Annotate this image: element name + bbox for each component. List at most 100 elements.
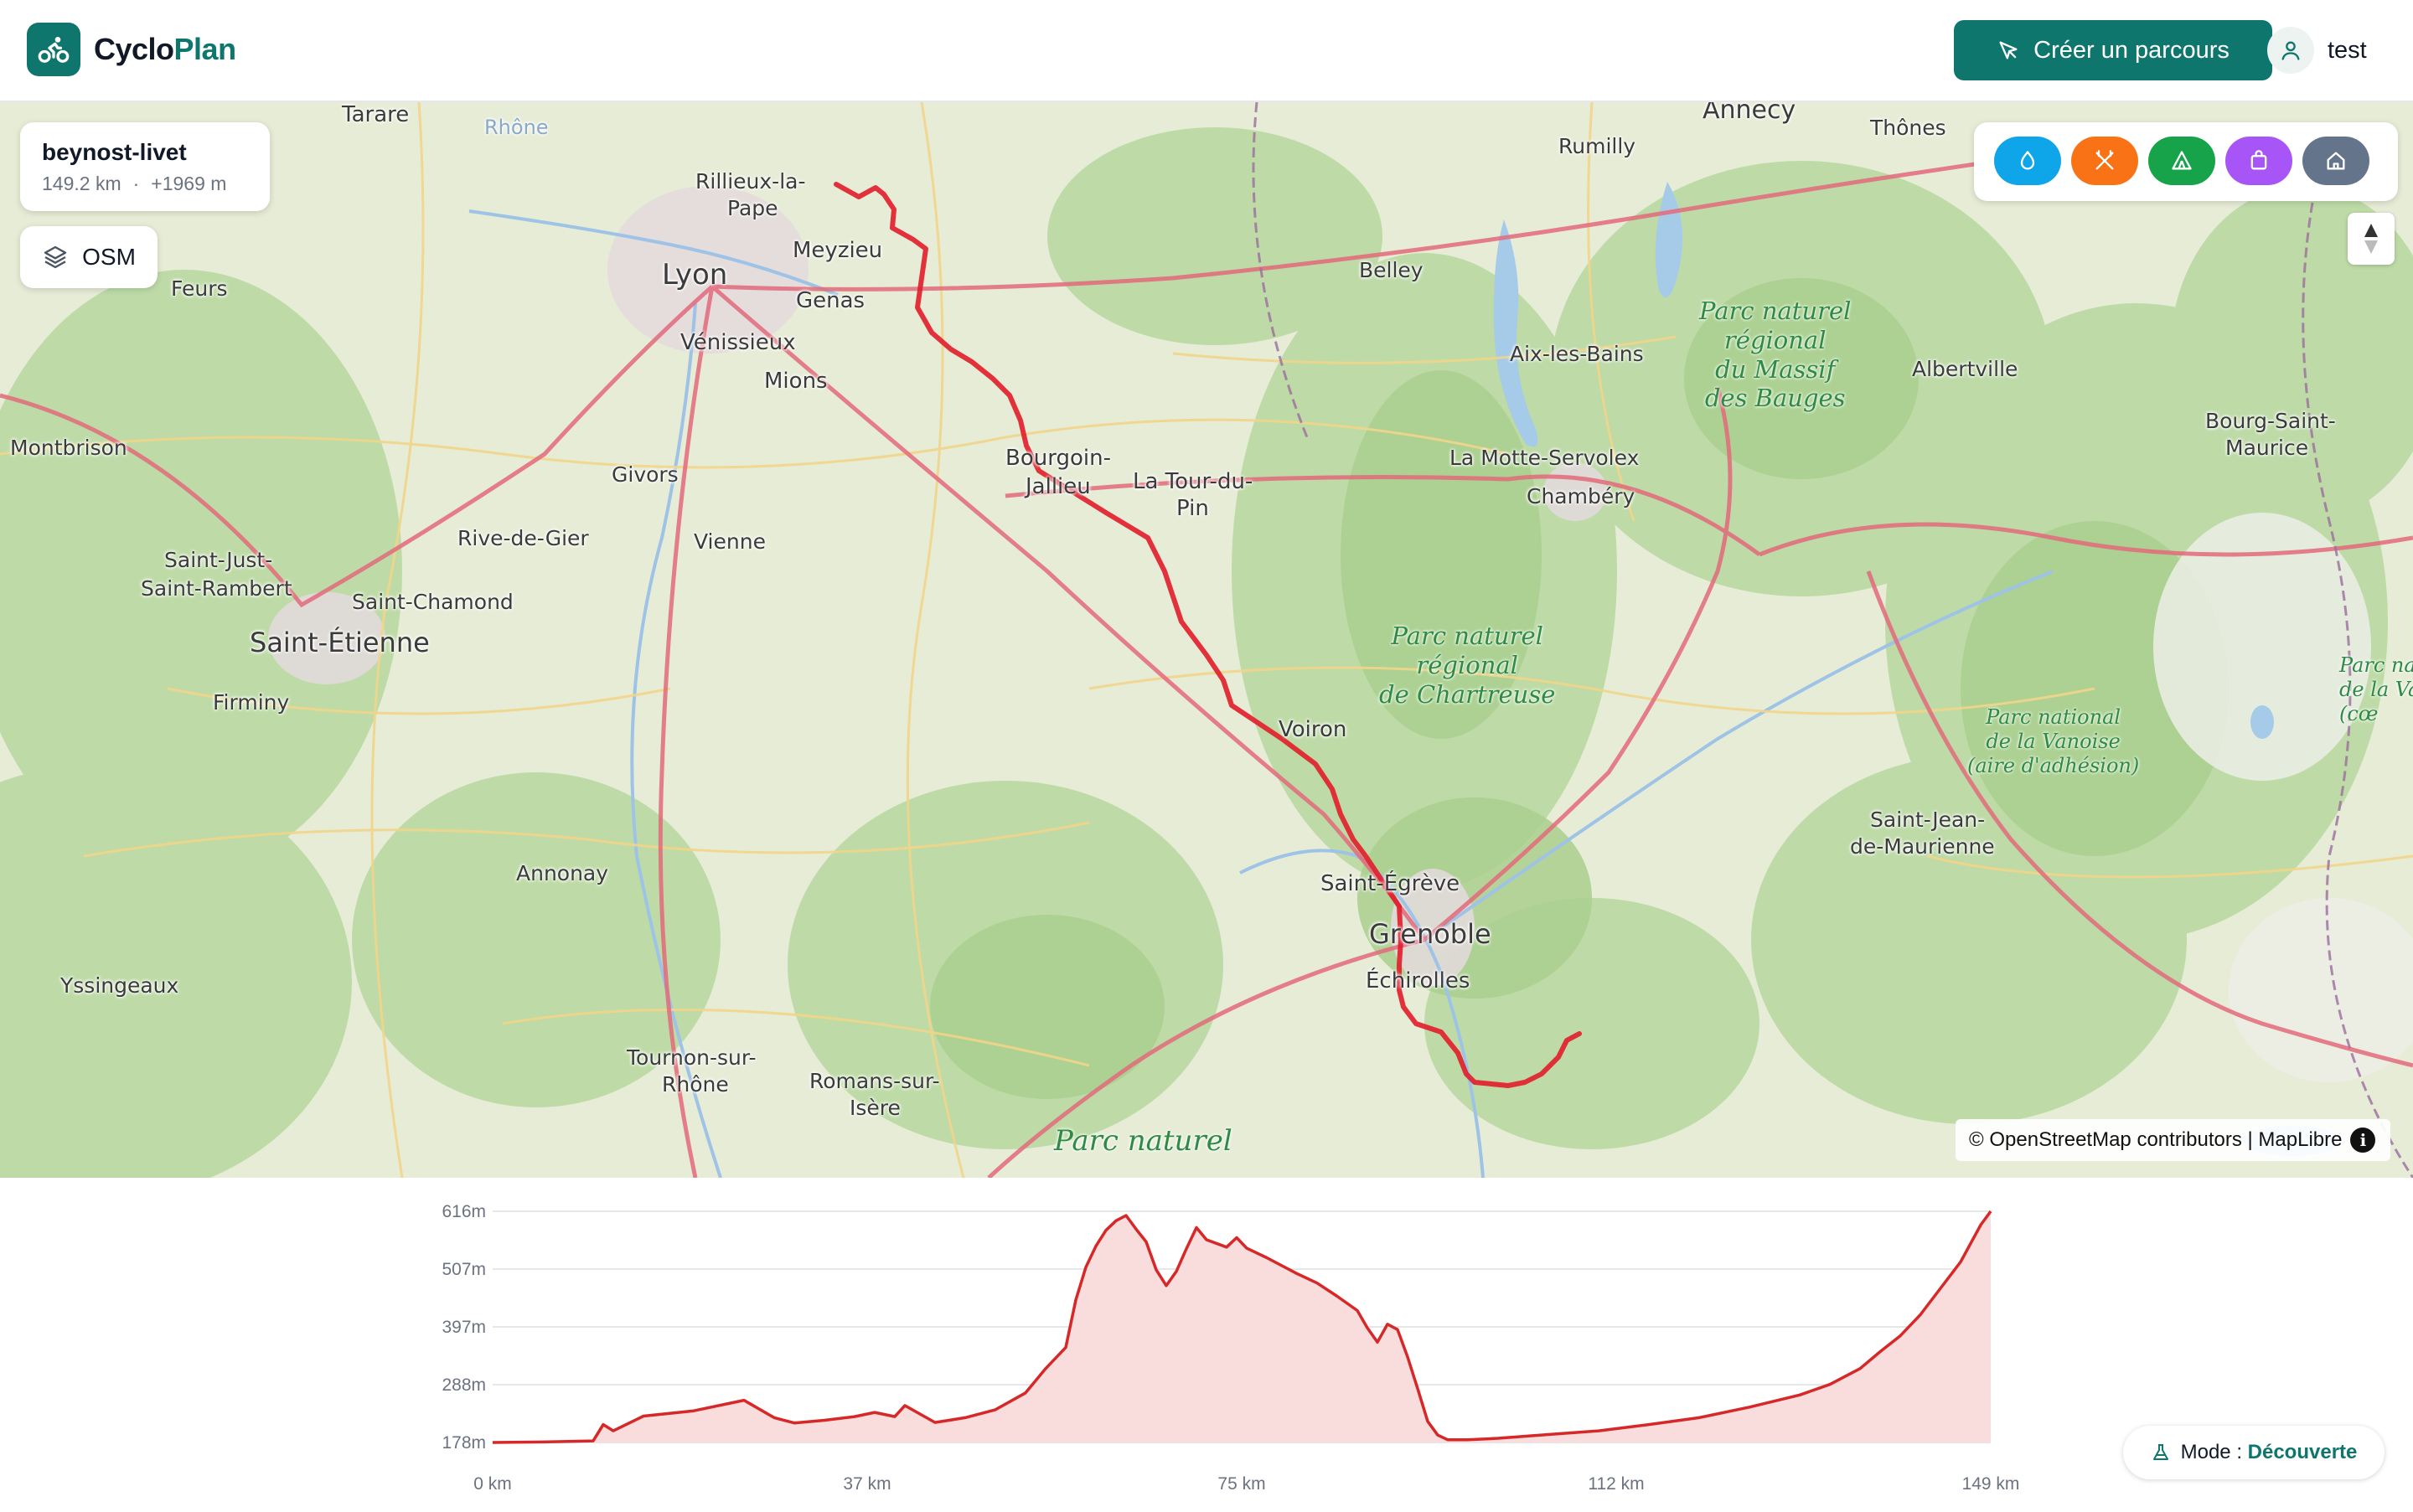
compass-icon — [2364, 224, 2378, 254]
place-label: Bourgoin- — [1005, 446, 1111, 471]
place-label: Saint-Étienne — [250, 627, 430, 658]
user-name[interactable]: test — [2328, 37, 2367, 65]
camping-icon — [2172, 151, 2192, 170]
place-label: Feurs — [171, 276, 228, 301]
place-label: Lyon — [662, 258, 728, 292]
water-icon — [2020, 151, 2035, 170]
place-label: Rillieux-la- — [695, 169, 806, 194]
place-label: Grenoble — [1369, 918, 1491, 950]
info-icon[interactable]: i — [2350, 1128, 2376, 1153]
elevation-x-tick: 112 km — [1588, 1474, 1644, 1494]
place-label: Rhône — [484, 116, 549, 139]
route-distance: 149.2 km — [42, 173, 121, 194]
route-pen-icon — [1999, 41, 2018, 59]
place-label: de-Maurienne — [1850, 834, 1995, 859]
place-label: Tarare — [342, 102, 410, 127]
place-label: Saint-Égrève — [1320, 871, 1460, 896]
layer-label: OSM — [82, 244, 136, 270]
place-label: Isère — [850, 1096, 901, 1120]
place-label: Vénissieux — [680, 330, 796, 355]
route-stats-separator: · — [132, 173, 140, 194]
place-label: Rhône — [662, 1072, 729, 1097]
create-route-button[interactable]: Créer un parcours — [1954, 20, 2272, 80]
bike-icon[interactable] — [27, 23, 80, 76]
place-label: Chambéry — [1527, 484, 1635, 508]
mode-prefix: Mode : — [2180, 1441, 2248, 1463]
app-header: CycloPlan Créer un parcours test — [0, 0, 2413, 102]
user-icon[interactable] — [2267, 27, 2314, 74]
place-label: Montbrison — [10, 436, 127, 460]
elevation-y-tick: 616m — [442, 1202, 486, 1221]
place-label: Saint-Rambert — [141, 576, 292, 601]
park-label: Parc naturel régional du Massif des Baug… — [1699, 297, 1852, 413]
elevation-x-tick: 0 km — [473, 1474, 512, 1494]
place-label: La Motte-Servolex — [1449, 446, 1640, 470]
place-label: Bourg-Saint- — [2205, 409, 2336, 433]
place-label: Genas — [796, 288, 865, 313]
place-label: Mions — [764, 369, 828, 394]
map-canvas[interactable]: Tarare Rhône Rillieux-la- Pape Meyzieu L… — [0, 102, 2413, 1178]
place-label: Pin — [1176, 496, 1209, 521]
camping-filter-button[interactable] — [2148, 137, 2215, 185]
place-label: Saint-Chamond — [352, 590, 514, 614]
place-label: Saint-Jean- — [1870, 808, 1986, 832]
water-filter-button[interactable] — [1994, 137, 2061, 185]
place-label: Thônes — [1870, 116, 1946, 140]
park-label: Parc nat de la Va (cœ — [2339, 653, 2413, 725]
place-label: Meyzieu — [793, 238, 883, 263]
place-label: Albertville — [1912, 357, 2018, 381]
place-label: Firminy — [213, 690, 290, 715]
elevation-profile[interactable]: 616m 507m 397m 288m 178m 0 km 37 km 75 km 112 k… — [0, 1178, 2413, 1508]
park-label: Parc naturel régional de Chartreuse — [1379, 622, 1556, 709]
layers-icon — [44, 245, 67, 269]
elevation-y-tick: 397m — [442, 1318, 486, 1337]
place-label: Voiron — [1279, 717, 1347, 742]
elevation-x-tick: 75 km — [1217, 1474, 1265, 1494]
compass-button[interactable] — [2348, 213, 2395, 265]
place-label: Pape — [727, 196, 778, 220]
app-name-part1: Cyclo — [94, 32, 174, 66]
place-label: Belley — [1359, 258, 1424, 282]
lodging-icon — [2327, 152, 2345, 170]
layer-switch-button[interactable]: OSM — [20, 226, 158, 288]
route-summary-card[interactable]: beynost-livet 149.2 km · +1969 m — [20, 122, 270, 211]
elevation-y-tick: 288m — [442, 1375, 486, 1395]
mode-value: Découverte — [2247, 1441, 2358, 1463]
place-label: Annonay — [516, 861, 609, 885]
place-label: Échirolles — [1366, 968, 1470, 993]
app-name-part2: Plan — [173, 32, 237, 66]
attribution-text: © OpenStreetMap contributors | MapLibre — [1969, 1128, 2343, 1151]
place-label: Maurice — [2225, 436, 2309, 460]
elevation-x-tick: 37 km — [843, 1474, 891, 1494]
place-label: Yssingeaux — [60, 973, 179, 998]
app-logo-text[interactable]: CycloPlan — [94, 32, 236, 67]
shop-filter-button[interactable] — [2225, 137, 2292, 185]
place-label: Rive-de-Gier — [457, 526, 589, 550]
restaurant-filter-button[interactable] — [2071, 137, 2138, 185]
route-name: beynost-livet — [42, 139, 187, 165]
elevation-y-tick: 178m — [442, 1433, 486, 1453]
place-label: Aix-les-Bains — [1510, 342, 1644, 366]
lodging-filter-button[interactable] — [2302, 137, 2369, 185]
mode-label: Mode : Découverte — [2181, 1441, 2358, 1464]
place-label: Vienne — [694, 529, 766, 554]
route-stats: 149.2 km · +1969 m — [42, 173, 248, 195]
elevation-chart: 616m 507m 397m 288m 178m 0 km 37 km 75 km 112 k… — [442, 1202, 2020, 1494]
park-label: Parc naturel — [1054, 1124, 1232, 1158]
park-label: Parc national de la Vanoise (aire d'adhé… — [1967, 705, 2140, 777]
place-label: Rumilly — [1558, 134, 1636, 158]
restaurant-icon — [2095, 150, 2114, 170]
place-label: Romans-sur- — [809, 1069, 940, 1093]
elevation-x-tick: 149 km — [1962, 1474, 2020, 1494]
place-label: Annecy — [1703, 102, 1796, 125]
elevation-y-tick: 507m — [442, 1260, 486, 1279]
place-label: Jallieu — [1026, 474, 1091, 499]
place-label: La Tour-du- — [1133, 469, 1253, 494]
poi-filter-panel — [1974, 122, 2398, 201]
flask-icon — [2152, 1444, 2168, 1460]
mode-indicator[interactable]: Mode : Découverte — [2123, 1426, 2385, 1479]
create-route-label: Créer un parcours — [2033, 36, 2230, 64]
place-label: Tournon-sur- — [627, 1045, 757, 1070]
shop-icon — [2250, 150, 2267, 170]
map-attribution: © OpenStreetMap contributors | MapLibre … — [1956, 1119, 2391, 1161]
